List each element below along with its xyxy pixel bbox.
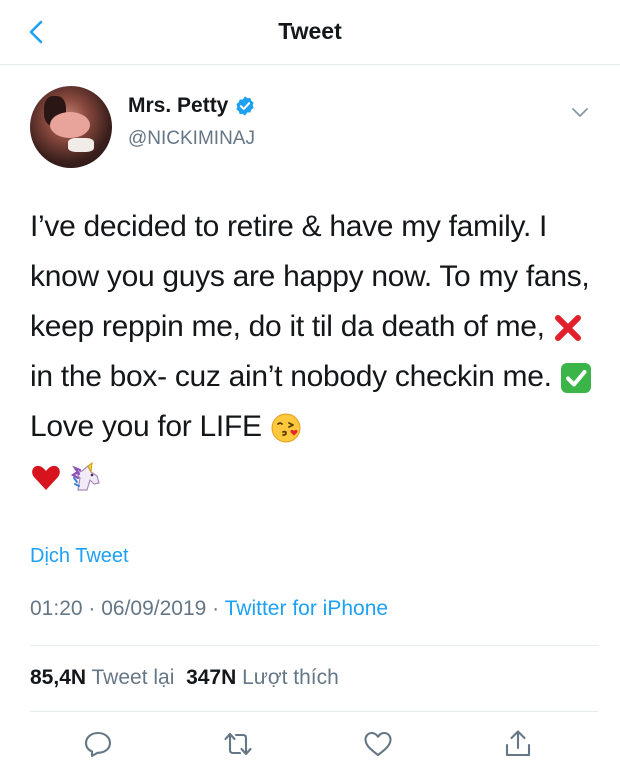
retweet-icon[interactable] <box>222 728 254 760</box>
tweet-source-link[interactable]: Twitter for iPhone <box>225 597 388 620</box>
retweets-count: 85,4N <box>30 666 87 689</box>
likes-count: 347N <box>186 666 237 689</box>
tweet-meta: 01:20 · 06/09/2019 · Twitter for iPhone <box>30 597 388 621</box>
author-handle[interactable]: @NICKIMINAJ <box>128 128 255 150</box>
like-icon[interactable] <box>362 728 394 760</box>
tweet-text-part1: I’ve decided to retire & have my family.… <box>30 210 590 343</box>
tweet-time: 01:20 <box>30 597 83 620</box>
verified-badge-icon <box>236 96 254 116</box>
action-bar <box>0 728 620 764</box>
avatar[interactable] <box>30 86 112 168</box>
tweet-stats: 85,4N Tweet lại 347N Lượt thích <box>30 666 339 690</box>
tweet-date: 06/09/2019 <box>101 597 207 620</box>
meta-separator: · <box>82 597 102 620</box>
red-heart-emoji <box>32 465 60 491</box>
unicorn-emoji <box>70 462 100 491</box>
share-icon[interactable] <box>502 728 534 760</box>
check-mark-button-emoji <box>560 363 591 394</box>
translate-tweet-link[interactable]: Dịch Tweet <box>30 545 129 568</box>
likes-label: Lượt thích <box>242 666 339 689</box>
cross-mark-emoji <box>554 315 581 342</box>
top-bar: Tweet <box>0 0 620 65</box>
tweet-text-part2: in the box- cuz ain’t nobody checkin me. <box>30 360 560 393</box>
retweets-stat[interactable]: 85,4N Tweet lại <box>30 666 174 689</box>
display-name[interactable]: Mrs. Petty <box>128 94 228 118</box>
author-name-row[interactable]: Mrs. Petty <box>128 94 256 118</box>
reply-icon[interactable] <box>82 728 114 760</box>
likes-stat[interactable]: 347N Lượt thích <box>186 666 339 689</box>
divider <box>30 711 598 712</box>
retweets-label: Tweet lại <box>91 666 175 689</box>
divider <box>30 645 598 646</box>
chevron-down-icon[interactable] <box>568 100 592 124</box>
page-title: Tweet <box>278 18 342 44</box>
meta-separator: · <box>206 597 225 620</box>
tweet-text-part3: Love you for LIFE <box>30 410 270 443</box>
face-blowing-kiss-emoji <box>271 413 301 443</box>
tweet-text: I’ve decided to retire & have my family.… <box>30 202 600 502</box>
